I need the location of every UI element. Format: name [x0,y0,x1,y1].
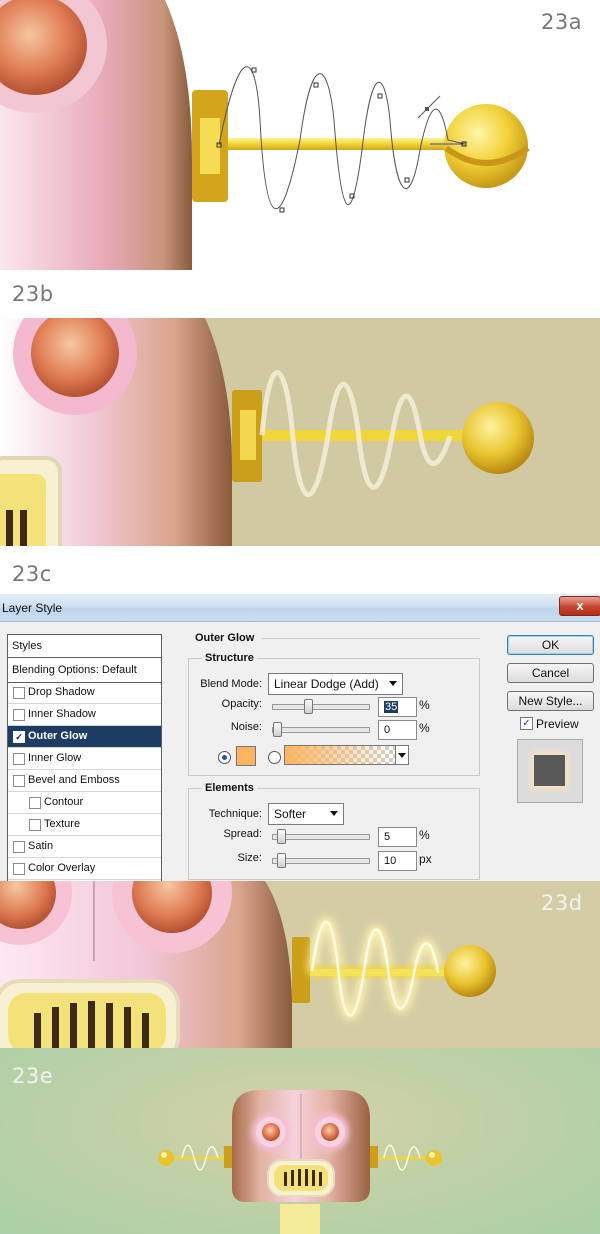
style-item-label: Outer Glow [28,730,88,742]
size-label: Size: [237,852,262,864]
styles-list: Styles Blending Options: Default Drop Sh… [7,634,162,882]
technique-dropdown[interactable]: Softer [268,803,344,825]
noise-slider[interactable] [272,722,370,737]
chevron-down-icon [330,811,338,816]
step-label-23a: 23a [541,10,583,34]
style-item-checkbox[interactable] [29,819,41,831]
style-item-inner-glow[interactable]: Inner Glow [8,748,161,770]
structure-heading: Structure [202,652,257,664]
style-item-label: Bevel and Emboss [28,774,120,786]
dialog-title: Layer Style [2,601,63,615]
gradient-radio[interactable] [268,751,281,764]
new-style-button[interactable]: New Style... [507,691,594,711]
style-item-drop-shadow[interactable]: Drop Shadow [8,682,161,704]
style-item-checkbox[interactable] [13,863,25,875]
step-23b-artwork [0,318,534,546]
step-label-23e: 23e [12,1064,54,1088]
style-item-texture[interactable]: Texture [8,814,161,836]
size-unit: px [419,852,432,866]
style-item-inner-shadow[interactable]: Inner Shadow [8,704,161,726]
step-label-23c: 23c [12,562,52,586]
chevron-down-icon [398,753,406,758]
opacity-label: Opacity: [221,698,262,710]
spread-field[interactable]: 5 [378,827,417,847]
style-item-label: Inner Shadow [28,708,96,720]
step-label-23d: 23d [541,891,583,915]
noise-field[interactable]: 0 [378,720,417,740]
style-item-color-overlay[interactable]: Color Overlay [8,858,161,880]
preview-checkbox[interactable]: ✓ [520,717,533,730]
dialog-titlebar: Layer Style x [0,594,600,622]
cancel-button[interactable]: Cancel [507,663,594,683]
noise-unit: % [419,721,430,735]
heading-divider [262,638,480,639]
spread-label: Spread: [223,828,262,840]
opacity-slider-thumb[interactable] [304,699,313,714]
spread-unit: % [419,828,430,842]
styles-header[interactable]: Styles [8,635,161,658]
preview-label: Preview [536,717,579,731]
layer-style-dialog: Layer Style x Styles Blending Options: D… [0,594,600,882]
step-23b-panel [0,318,600,546]
opacity-field[interactable]: 35 [378,697,417,717]
style-item-bevel-and-emboss[interactable]: Bevel and Emboss [8,770,161,792]
style-item-label: Inner Glow [28,752,82,764]
spread-slider-thumb[interactable] [277,829,286,844]
step-23d-artwork [0,881,496,1048]
size-slider[interactable] [272,853,370,868]
style-item-checkbox[interactable] [13,775,25,787]
chevron-down-icon [389,681,397,686]
noise-label: Noise: [230,721,262,733]
opacity-unit: % [419,698,430,712]
blend-mode-label: Blend Mode: [200,678,262,690]
spread-slider[interactable] [272,829,370,844]
style-item-label: Drop Shadow [28,686,95,698]
elements-heading: Elements [202,782,257,794]
style-item-outer-glow[interactable]: ✓ Outer Glow [8,726,161,748]
noise-slider-thumb[interactable] [273,722,282,737]
style-item-checkbox[interactable] [29,797,41,809]
size-slider-thumb[interactable] [277,853,286,868]
style-item-checkbox[interactable]: ✓ [13,731,25,743]
close-button[interactable]: x [559,596,600,616]
step-23d-panel: 23d [0,881,600,1048]
step-label-23b: 23b [12,282,54,306]
style-item-contour[interactable]: Contour [8,792,161,814]
blending-options-item[interactable]: Blending Options: Default [8,658,161,683]
style-item-checkbox[interactable] [13,753,25,765]
style-item-checkbox[interactable] [13,841,25,853]
step-23e-artwork [158,1090,442,1234]
style-item-satin[interactable]: Satin [8,836,161,858]
outer-glow-heading: Outer Glow [192,632,258,644]
close-icon: x [576,598,584,613]
style-item-label: Contour [44,796,84,808]
style-item-label: Texture [44,818,81,830]
preview-thumbnail [517,739,583,803]
size-field[interactable]: 10 [378,851,417,871]
style-item-label: Color Overlay [28,862,96,874]
style-item-checkbox[interactable] [13,687,25,699]
step-23e-panel: 23e [0,1048,600,1234]
style-item-checkbox[interactable] [13,709,25,721]
gradient-picker[interactable] [284,745,409,765]
opacity-slider[interactable] [272,699,370,714]
step-23a-artwork [0,0,530,270]
blend-mode-dropdown[interactable]: Linear Dodge (Add) [268,673,403,695]
technique-label: Technique: [208,808,262,820]
color-radio[interactable] [218,751,231,764]
step-23a-panel: 23a [0,0,600,270]
glow-color-swatch[interactable] [236,746,256,766]
ok-button[interactable]: OK [507,635,594,655]
style-item-label: Satin [28,840,54,852]
